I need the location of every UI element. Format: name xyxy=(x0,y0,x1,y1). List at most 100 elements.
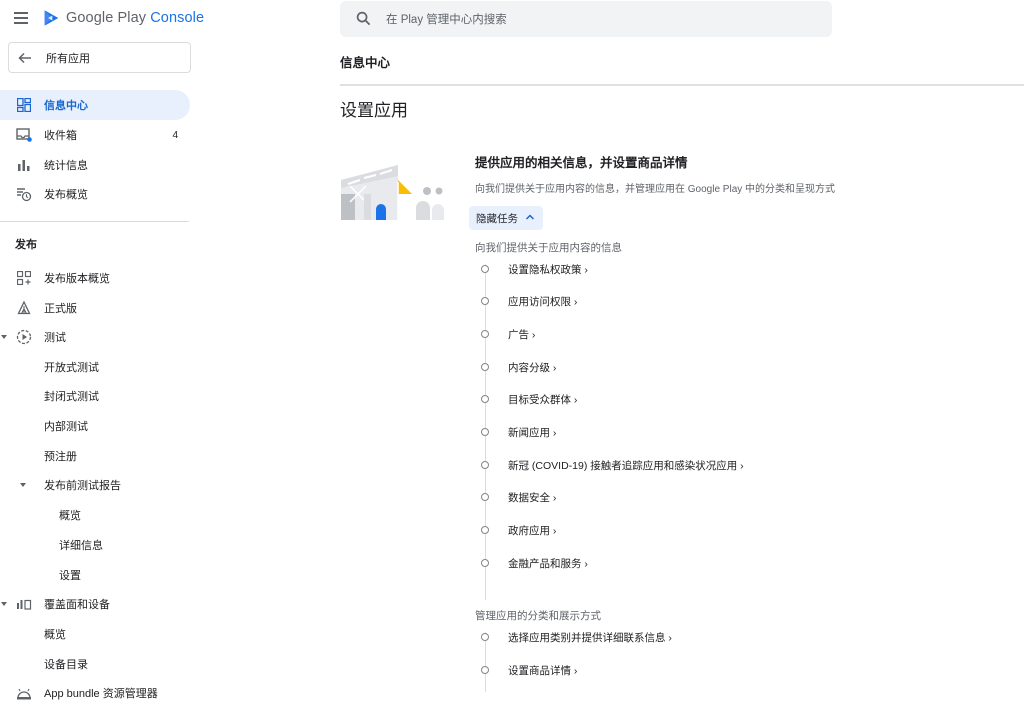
setup-app-illustration xyxy=(341,165,444,220)
search-input[interactable]: 在 Play 管理中心内搜索 xyxy=(340,1,832,37)
sidebar-item-production[interactable]: 正式版 xyxy=(0,293,190,323)
inbox-count-badge: 4 xyxy=(172,129,178,141)
task-status-dot xyxy=(481,633,489,641)
sidebar-item-report-details[interactable]: 详细信息 xyxy=(0,530,190,560)
task-label: 新冠 (COVID-19) 接触者追踪应用和感染状况应用 › xyxy=(508,459,744,472)
setup-card-title: 提供应用的相关信息，并设置商品详情 xyxy=(475,156,688,170)
expand-caret-icon[interactable] xyxy=(1,602,7,606)
production-icon xyxy=(15,299,33,317)
sidebar-header: Google Play Console xyxy=(0,0,204,38)
task-group-label: 向我们提供关于应用内容的信息 xyxy=(475,242,622,254)
task-status-dot xyxy=(481,363,489,371)
hide-tasks-button[interactable]: 隐藏任务 xyxy=(469,206,543,230)
sidebar-item-label: 发布前测试报告 xyxy=(44,480,121,492)
task-status-dot xyxy=(481,297,489,305)
sidebar-item-dashboard[interactable]: 信息中心 xyxy=(0,90,190,120)
task-status-dot xyxy=(481,265,489,273)
sidebar-item-testing[interactable]: 测试 xyxy=(0,322,190,352)
expand-caret-icon[interactable] xyxy=(1,335,7,339)
sidebar-item-label: 设置 xyxy=(59,570,81,582)
sidebar-item-label: 发布版本概览 xyxy=(44,273,110,285)
sidebar-item-label: 开放式测试 xyxy=(44,362,99,374)
sidebar-item-label: 测试 xyxy=(44,332,66,344)
task-label: 广告 › xyxy=(508,328,536,341)
task-status-dot xyxy=(481,493,489,501)
task-status-dot xyxy=(481,559,489,567)
sidebar-item-device-catalog[interactable]: 设备目录 xyxy=(0,649,190,679)
sidebar-item-internal-testing[interactable]: 内部测试 xyxy=(0,411,190,441)
sidebar-item-closed-testing[interactable]: 封闭式测试 xyxy=(0,381,190,411)
sidebar-item-statistics[interactable]: 统计信息 xyxy=(0,150,190,180)
task-label: 设置隐私权政策 › xyxy=(508,263,588,276)
task-label: 选择应用类别并提供详细联系信息 › xyxy=(508,631,672,644)
sidebar-item-label: 统计信息 xyxy=(44,160,88,172)
arrow-back-icon xyxy=(18,52,31,63)
task-label: 政府应用 › xyxy=(508,524,557,537)
task-timeline xyxy=(485,632,486,692)
play-console-logo-icon xyxy=(44,10,59,26)
all-apps-label: 所有应用 xyxy=(46,52,90,65)
sidebar-item-label: 概览 xyxy=(59,510,81,522)
sidebar-item-label: 发布概览 xyxy=(44,189,88,201)
sidebar-item-inbox[interactable]: 收件箱 4 xyxy=(0,120,190,150)
sidebar-item-label: App bundle 资源管理器 xyxy=(44,688,158,700)
sidebar-item-label: 收件箱 xyxy=(44,130,77,142)
testing-icon xyxy=(15,328,33,346)
menu-icon[interactable] xyxy=(14,10,32,26)
task-status-dot xyxy=(481,526,489,534)
task-label: 数据安全 › xyxy=(508,491,557,504)
inbox-icon xyxy=(15,126,33,144)
task-label: 应用访问权限 › xyxy=(508,295,578,308)
sidebar-item-report-overview[interactable]: 概览 xyxy=(0,500,190,530)
sidebar-item-publishing-overview[interactable]: 发布概览 xyxy=(0,179,190,209)
sidebar-item-label: 预注册 xyxy=(44,451,77,463)
task-status-dot xyxy=(481,461,489,469)
breadcrumb: 信息中心 xyxy=(340,56,391,70)
task-label: 目标受众群体 › xyxy=(508,393,578,406)
task-label: 新闻应用 › xyxy=(508,426,557,439)
task-label: 金融产品和服务 › xyxy=(508,557,588,570)
search-icon xyxy=(356,11,371,26)
publishing-overview-icon xyxy=(15,185,33,203)
brand-google-play: Google Play xyxy=(66,10,147,26)
task-status-dot xyxy=(481,395,489,403)
header-divider xyxy=(340,84,1024,86)
sidebar-item-label: 信息中心 xyxy=(44,100,88,112)
sidebar-item-reach-devices[interactable]: 覆盖面和设备 xyxy=(0,589,190,619)
sidebar-item-pre-registration[interactable]: 预注册 xyxy=(0,441,190,471)
task-label: 设置商品详情 › xyxy=(508,664,578,677)
sidebar-item-label: 覆盖面和设备 xyxy=(44,599,110,611)
sidebar-item-releases-overview[interactable]: 发布版本概览 xyxy=(0,263,190,293)
page-title: 设置应用 xyxy=(340,101,408,120)
sidebar-item-label: 正式版 xyxy=(44,303,77,315)
setup-card-description: 向我们提供关于应用内容的信息，并管理应用在 Google Play 中的分类和呈… xyxy=(475,184,836,195)
task-group-label: 管理应用的分类和展示方式 xyxy=(475,610,601,622)
sidebar: Google Play Console 所有应用 信息中心 收件箱 4 统计信息… xyxy=(0,0,204,705)
releases-overview-icon xyxy=(15,269,33,287)
expand-caret-icon[interactable] xyxy=(20,483,26,487)
google-play-console-logo[interactable]: Google Play Console xyxy=(43,9,204,27)
task-status-dot xyxy=(481,330,489,338)
sidebar-item-reach-overview[interactable]: 概览 xyxy=(0,619,190,649)
sidebar-item-open-testing[interactable]: 开放式测试 xyxy=(0,352,190,382)
sidebar-divider xyxy=(0,221,189,222)
release-section-title: 发布 xyxy=(15,239,37,251)
sidebar-item-label: 内部测试 xyxy=(44,421,88,433)
sidebar-item-label: 概览 xyxy=(44,629,66,641)
task-label: 内容分级 › xyxy=(508,361,557,374)
sidebar-item-pre-launch-report[interactable]: 发布前测试报告 xyxy=(0,470,190,500)
all-apps-button[interactable]: 所有应用 xyxy=(8,42,191,73)
sidebar-item-label: 设备目录 xyxy=(44,659,88,671)
reach-devices-icon xyxy=(15,595,33,613)
sidebar-item-label: 详细信息 xyxy=(59,540,103,552)
sidebar-item-app-bundle-explorer[interactable]: App bundle 资源管理器 xyxy=(0,678,190,705)
sidebar-item-label: 封闭式测试 xyxy=(44,391,99,403)
brand-console: Console xyxy=(150,10,205,26)
hide-tasks-label: 隐藏任务 xyxy=(476,212,518,225)
bar-chart-icon xyxy=(15,156,33,174)
task-status-dot xyxy=(481,666,489,674)
chevron-up-icon xyxy=(525,214,535,220)
sidebar-item-report-settings[interactable]: 设置 xyxy=(0,560,190,590)
task-status-dot xyxy=(481,428,489,436)
search-placeholder: 在 Play 管理中心内搜索 xyxy=(386,14,507,26)
